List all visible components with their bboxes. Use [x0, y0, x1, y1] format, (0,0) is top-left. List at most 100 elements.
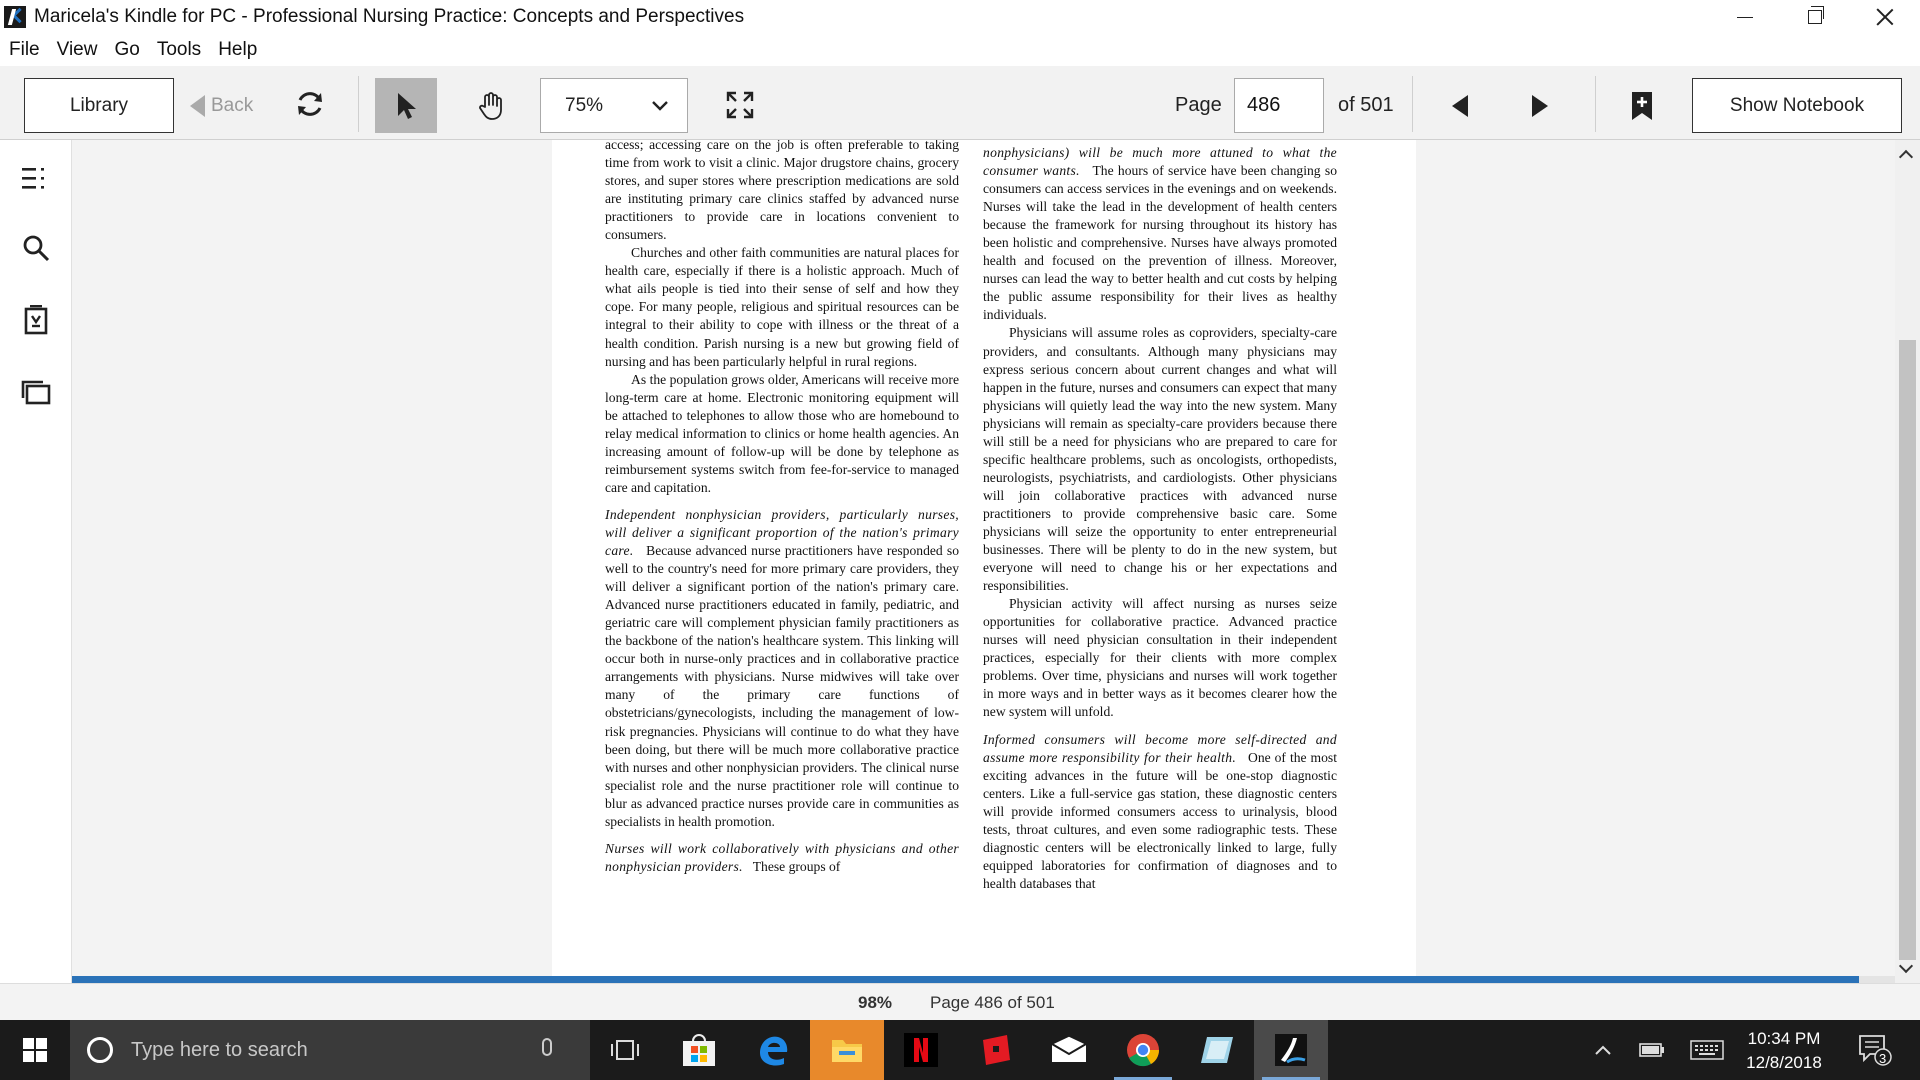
netflix-icon: [904, 1033, 938, 1067]
status-bar: 98% Page 486 of 501: [0, 983, 1920, 1020]
toolbar-divider: [1595, 76, 1596, 132]
start-button[interactable]: [0, 1020, 70, 1080]
taskbar-chrome-app[interactable]: [1106, 1020, 1180, 1080]
taskbar-mail-app[interactable]: [1032, 1020, 1106, 1080]
task-view-icon: [611, 1040, 639, 1060]
taskbar-netflix-app[interactable]: [884, 1020, 958, 1080]
search-icon: [23, 235, 50, 262]
back-arrow-icon: [190, 94, 205, 117]
battery-icon: [1639, 1043, 1664, 1057]
hand-icon: [479, 91, 502, 120]
toolbar-divider: [358, 76, 359, 132]
scroll-down-icon[interactable]: [1898, 958, 1914, 974]
taskbar-kindle-app[interactable]: [1254, 1020, 1328, 1080]
contents-list-icon: [22, 168, 44, 189]
chrome-browser-icon: [1127, 1034, 1160, 1067]
paragraph: Nurses will work collaboratively with ph…: [605, 840, 959, 876]
back-button[interactable]: Back: [190, 78, 253, 133]
flashcards-button[interactable]: [16, 300, 56, 340]
taskbar-notes-app[interactable]: [1180, 1020, 1254, 1080]
left-text-column: access; accessing care on the job is oft…: [605, 140, 959, 876]
action-center-button[interactable]: 3: [1850, 1020, 1900, 1080]
taskbar-file-explorer-app[interactable]: [810, 1020, 884, 1080]
right-text-column: nonphysicians) will be much more attuned…: [983, 144, 1337, 893]
taskbar-store-app[interactable]: [662, 1020, 736, 1080]
bookmark-button[interactable]: [1625, 81, 1659, 131]
hand-tool-button[interactable]: [460, 78, 522, 133]
toolbar-divider: [1412, 76, 1413, 132]
minimize-icon: [1737, 16, 1753, 18]
close-button[interactable]: [1850, 0, 1920, 34]
show-hidden-icons-button[interactable]: [1586, 1020, 1620, 1080]
restore-icon: [1808, 6, 1824, 24]
library-button[interactable]: Library: [24, 78, 174, 133]
paragraph: Independent nonphysician providers, part…: [605, 506, 959, 831]
menu-go[interactable]: Go: [114, 39, 139, 61]
scroll-thumb[interactable]: [1899, 340, 1916, 960]
kindle-app-icon: [4, 6, 26, 28]
reading-area[interactable]: access; accessing care on the job is oft…: [72, 140, 1895, 976]
fullscreen-button[interactable]: [715, 80, 765, 130]
scroll-up-icon[interactable]: [1898, 149, 1914, 165]
fullscreen-icon: [726, 91, 754, 119]
clock-time: 10:34 PM: [1747, 1029, 1821, 1048]
menu-tools[interactable]: Tools: [157, 39, 201, 61]
close-icon: [1876, 8, 1894, 26]
cursor-arrow-icon: [398, 92, 416, 119]
taskbar-clock[interactable]: 10:34 PM 12/8/2018: [1724, 1027, 1844, 1075]
bookmark-add-icon: [1632, 92, 1652, 120]
menu-help[interactable]: Help: [218, 39, 257, 61]
taskbar-search-box[interactable]: Type here to search: [70, 1020, 590, 1080]
search-button[interactable]: [16, 228, 56, 268]
pages-view-button[interactable]: [16, 372, 56, 412]
page-number-input[interactable]: [1234, 78, 1324, 133]
menu-bar: File View Go Tools Help: [0, 34, 1920, 66]
paragraph-body: The hours of service have been changing …: [983, 163, 1337, 323]
select-tool-button[interactable]: [375, 78, 437, 133]
page-label: Page: [1175, 94, 1222, 116]
toolbar: Library Back 75% Page 486 of 501 Show No…: [0, 66, 1920, 140]
windows-logo-icon: [23, 1038, 47, 1062]
window-title: Maricela's Kindle for PC - Professional …: [34, 6, 745, 27]
search-placeholder: Type here to search: [131, 1038, 308, 1061]
reading-progress-bar[interactable]: [72, 976, 1895, 983]
task-view-button[interactable]: [588, 1020, 662, 1080]
mail-envelope-icon: [1050, 1036, 1088, 1062]
book-page: access; accessing care on the job is oft…: [552, 140, 1416, 976]
paragraph: access; accessing care on the job is oft…: [605, 140, 959, 243]
windows-taskbar: Type here to search 10:34 PM 12/8/2018 3: [0, 1020, 1920, 1080]
sticky-notes-icon: [1201, 1037, 1233, 1063]
notes-card-icon: [24, 305, 48, 335]
microphone-icon[interactable]: [542, 1038, 552, 1056]
previous-page-button[interactable]: [1440, 81, 1480, 131]
page-stack-icon: [21, 380, 51, 405]
next-page-button[interactable]: [1520, 81, 1560, 131]
edge-browser-icon: [760, 1036, 788, 1066]
show-notebook-button[interactable]: Show Notebook: [1692, 78, 1902, 133]
window-controls: [1710, 0, 1920, 34]
chevron-down-icon: [652, 100, 668, 111]
battery-button[interactable]: [1630, 1020, 1674, 1080]
folder-icon: [832, 1040, 862, 1062]
menu-file[interactable]: File: [9, 39, 40, 61]
zoom-value: 75%: [565, 94, 604, 116]
minimize-button[interactable]: [1710, 0, 1780, 34]
page-location: Page 486 of 501: [930, 993, 1055, 1012]
zoom-select[interactable]: 75%: [540, 78, 688, 133]
sync-button[interactable]: [290, 84, 330, 124]
restore-button[interactable]: [1780, 0, 1850, 34]
taskbar-red-app[interactable]: [958, 1020, 1032, 1080]
paragraph: Physicians will assume roles as coprovid…: [983, 325, 1337, 594]
paragraph-body: These groups of: [752, 858, 841, 874]
vertical-scrollbar[interactable]: [1895, 140, 1920, 983]
table-of-contents-button[interactable]: [16, 158, 56, 198]
triangle-right-icon: [1532, 95, 1548, 117]
left-sidebar: [0, 140, 72, 983]
menu-view[interactable]: View: [57, 39, 98, 61]
paragraph-body: One of the most exciting advances in the…: [983, 749, 1337, 891]
taskbar-edge-app[interactable]: [736, 1020, 810, 1080]
page-total: of 501: [1338, 94, 1394, 116]
back-label: Back: [211, 94, 254, 116]
store-bag-icon: [683, 1034, 715, 1066]
clock-date: 12/8/2018: [1746, 1053, 1822, 1072]
